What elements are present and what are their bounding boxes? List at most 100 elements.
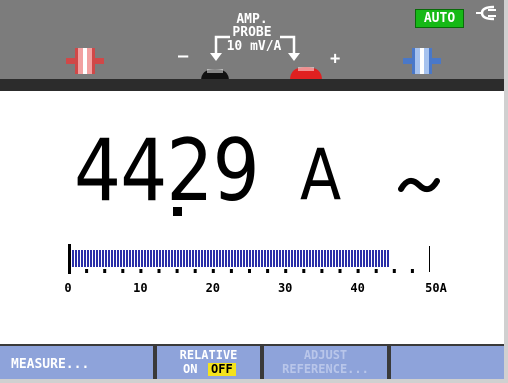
bargraph-segment — [276, 250, 278, 267]
bargraph-tick — [248, 269, 251, 273]
bargraph-segment — [195, 250, 197, 267]
meter-screen: AMP. PROBE 10 mV/A – + AUTO 4429 A MEASU… — [0, 0, 508, 383]
bargraph-segment — [294, 250, 296, 267]
bargraph-tick — [85, 269, 89, 273]
bargraph-segment — [81, 250, 83, 267]
bargraph-tick — [374, 269, 378, 273]
bargraph-segment — [222, 250, 224, 267]
bargraph-segment — [189, 250, 191, 267]
bargraph-segment — [384, 250, 386, 267]
bargraph-segment — [261, 250, 263, 267]
bargraph-segment — [306, 250, 308, 267]
bargraph-segment — [279, 250, 281, 267]
decimal-point — [173, 207, 182, 216]
bargraph-segment — [381, 250, 383, 267]
bargraph-segment — [234, 250, 236, 267]
bargraph-segment — [174, 250, 176, 267]
bargraph-tick — [392, 269, 396, 273]
bargraph-segment — [186, 250, 188, 267]
bargraph-segment — [150, 250, 152, 267]
bargraph-segment — [321, 250, 323, 267]
bargraph-svg — [68, 244, 432, 274]
bargraph-tick — [356, 269, 360, 273]
reading-fraction: 29 — [166, 121, 259, 221]
bargraph-segment — [366, 250, 368, 267]
bargraph-segment — [348, 250, 350, 267]
bargraph-segment — [309, 250, 311, 267]
bargraph-segment — [177, 250, 179, 267]
relative-on-option: ON — [183, 362, 198, 376]
bargraph-segment — [138, 250, 140, 267]
bargraph-segment — [333, 250, 335, 267]
bargraph-segment — [360, 250, 362, 267]
bargraph-segment — [324, 250, 326, 267]
bargraph-segment — [243, 250, 245, 267]
bargraph-tick — [302, 269, 306, 273]
power-plug-icon — [476, 5, 498, 25]
bargraph-segment — [147, 250, 149, 267]
bargraph-segment — [141, 250, 143, 267]
bargraph-segment — [312, 250, 314, 267]
bargraph-tick — [193, 269, 197, 273]
bargraph-segment — [93, 250, 95, 267]
bargraph-segment — [357, 250, 359, 267]
bargraph-segment — [375, 250, 377, 267]
bargraph-segment — [318, 250, 320, 267]
adjust-label: ADJUST — [303, 348, 348, 362]
relative-softkey[interactable]: RELATIVE ON OFF — [157, 346, 260, 379]
bargraph-segment — [120, 250, 122, 267]
bargraph-segment — [297, 250, 299, 267]
bargraph-segment — [165, 250, 167, 267]
bargraph-segment — [78, 250, 80, 267]
reference-label: REFERENCE... — [282, 362, 369, 376]
bargraph-segment — [216, 250, 218, 267]
bargraph-segment — [327, 250, 329, 267]
bargraph-segment — [210, 250, 212, 267]
bargraph-tick — [266, 269, 270, 273]
bargraph-segment — [168, 250, 170, 267]
bargraph-scale-label: 40 — [350, 281, 365, 295]
bargraph-segment — [351, 250, 353, 267]
bargraph-segment — [285, 250, 287, 267]
bargraph-segment — [264, 250, 266, 267]
input-status-bar: AMP. PROBE 10 mV/A – + AUTO — [0, 0, 504, 81]
bargraph-scale-label: 20 — [205, 281, 221, 295]
bargraph-scale-label: 10 — [133, 281, 148, 295]
bargraph-segment — [108, 250, 110, 267]
analog-bargraph — [60, 238, 432, 286]
bargraph-segment — [291, 250, 293, 267]
measure-softkey[interactable]: MEASURE... — [0, 346, 153, 379]
bargraph-tick — [157, 269, 161, 273]
bargraph-segment — [102, 250, 104, 267]
bargraph-segment — [213, 250, 215, 267]
bargraph-segment — [72, 250, 74, 267]
bargraph-segment — [387, 250, 389, 267]
bargraph-segment — [339, 250, 341, 267]
f4-softkey[interactable] — [391, 346, 504, 379]
bargraph-segment — [300, 250, 302, 267]
bargraph-segment — [201, 250, 203, 267]
bargraph-segment — [75, 250, 77, 267]
bargraph-segment — [219, 250, 221, 267]
bargraph-segment — [126, 250, 128, 267]
reading-unit: A — [300, 134, 342, 216]
bargraph-segment — [90, 250, 92, 267]
bargraph-segment — [87, 250, 89, 267]
bargraph-end-line — [429, 246, 432, 272]
bargraph-segment — [267, 250, 269, 267]
bargraph-segment — [162, 250, 164, 267]
bargraph-segment — [252, 250, 254, 267]
bargraph-segment — [159, 250, 161, 267]
bargraph-segment — [111, 250, 113, 267]
bargraph-segment — [204, 250, 206, 267]
bargraph-segment — [198, 250, 200, 267]
bargraph-segment — [255, 250, 257, 267]
bargraph-segment — [369, 250, 371, 267]
bargraph-tick — [139, 269, 143, 273]
adjust-reference-softkey[interactable]: ADJUST REFERENCE... — [264, 346, 387, 379]
reading-integer: 44 — [74, 121, 167, 221]
bargraph-segment — [345, 250, 347, 267]
bargraph-segment — [237, 250, 239, 267]
bargraph-segment — [153, 250, 155, 267]
bargraph-segment — [240, 250, 242, 267]
